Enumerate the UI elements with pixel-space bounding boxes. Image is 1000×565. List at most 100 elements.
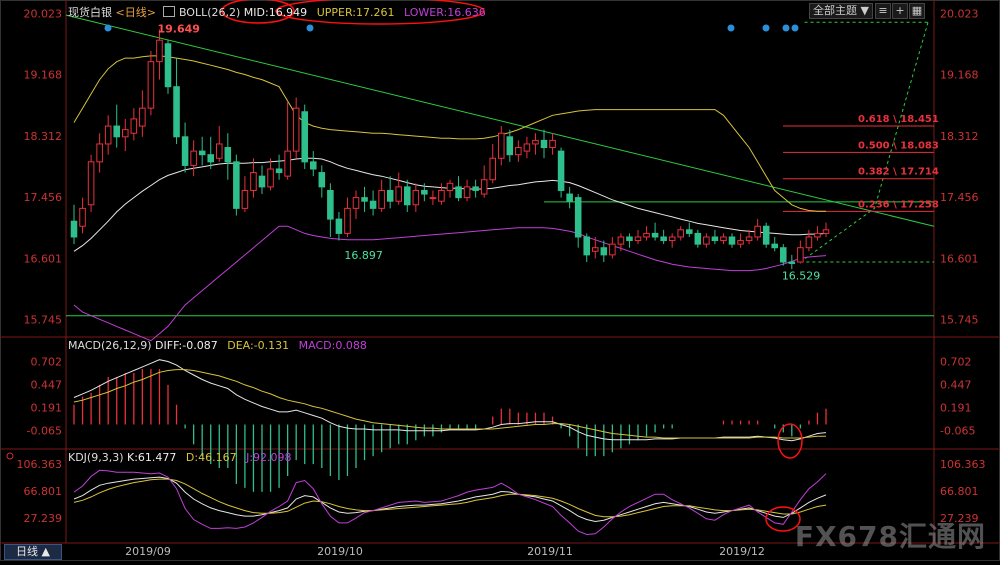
candle-body <box>318 172 326 188</box>
price-panel-header: 现货白银 <日线> BOLL(26,2) MID:16.949 UPPER:17… <box>68 4 486 20</box>
candle-body <box>574 197 582 238</box>
toolbar-button-2[interactable]: + <box>892 3 908 19</box>
candle-body <box>566 193 573 202</box>
watermark: FX678汇通网 <box>794 520 986 553</box>
candle-body <box>762 225 770 245</box>
candle-body <box>156 39 163 63</box>
candle-body <box>643 232 650 238</box>
candle-body <box>267 168 274 188</box>
kdj-tick-right: 66.801 <box>940 485 979 498</box>
line-tool-icon: ≡ <box>878 4 888 17</box>
chart-canvas: 20.023 20.023 19.168 19.168 18.312 18.312 17.4… <box>0 0 1000 561</box>
candle-body <box>361 197 368 202</box>
candle-body <box>233 161 240 209</box>
candle-body <box>284 150 291 177</box>
downtrend-line <box>65 14 935 227</box>
kdj-panel-header: KDJ(9,3,3) K:61.477 D:46.167 J:92.098 <box>68 451 292 464</box>
macd-tick-right: 0.447 <box>940 378 972 391</box>
chart-svg: 20.023 20.023 19.168 19.168 18.312 18.312 17.4… <box>0 0 1000 561</box>
candle-body <box>634 236 642 242</box>
candle-body <box>70 220 78 238</box>
topic-select[interactable]: 全部主题 ▼ <box>809 3 873 19</box>
boll-label: BOLL(26,2) <box>178 6 241 19</box>
candle-body <box>745 236 753 242</box>
macd-tick-right: 0.191 <box>940 401 972 414</box>
candle-body <box>130 118 138 134</box>
candle-body <box>258 175 266 188</box>
candle-body <box>557 150 565 191</box>
candle-body <box>275 168 283 174</box>
date-label: 2019/11 <box>527 545 573 558</box>
toolbar-button-1[interactable]: ≡ <box>875 3 891 19</box>
candle-body <box>523 143 531 152</box>
candle-body <box>207 154 215 163</box>
candle-body <box>497 132 505 159</box>
candle-body <box>822 229 830 234</box>
candle-body <box>369 200 377 209</box>
macd-value: MACD:0.088 <box>298 339 367 352</box>
candle-body <box>540 139 548 149</box>
fib-label: 0.382 \ 17.714 <box>858 167 939 178</box>
candle-body <box>463 186 471 199</box>
low-label-2: 16.529 <box>782 270 821 283</box>
candle-body <box>720 236 727 242</box>
toolbar-button-3[interactable]: ▦ <box>909 3 925 19</box>
kdj-tick-left: 106.363 <box>17 458 63 471</box>
candle-body <box>549 139 556 149</box>
candle-body <box>412 189 420 206</box>
candle-body <box>327 189 334 220</box>
period-button[interactable]: 日线 ▲ <box>4 544 62 560</box>
candle-body <box>515 147 522 156</box>
kdj-marker-icon <box>6 452 14 460</box>
candle-body <box>728 236 736 245</box>
candle-body <box>788 261 796 264</box>
candle-body <box>651 232 659 238</box>
candle-body <box>591 247 599 252</box>
candle-body <box>190 150 197 166</box>
macd-tick-right: -0.065 <box>940 424 975 437</box>
candle-body <box>737 240 744 245</box>
price-tick-left: 19.168 <box>24 69 63 82</box>
candle-body <box>506 136 514 156</box>
price-tick-right: 17.456 <box>940 191 979 204</box>
candle-body <box>429 197 437 200</box>
price-tick-left: 20.023 <box>24 8 63 21</box>
candle-body <box>164 43 172 88</box>
candle-body <box>814 232 821 238</box>
candle-body <box>660 236 667 242</box>
kdj-tick-right: 106.363 <box>940 458 986 471</box>
candle-body <box>79 207 86 227</box>
macd-diff: DIFF:-0.087 <box>155 339 218 352</box>
candle-body <box>96 143 103 163</box>
candle-body <box>309 161 317 170</box>
macd-tick-left: 0.447 <box>31 378 63 391</box>
candle-body <box>113 125 121 138</box>
macd-tick-left: -0.065 <box>27 424 62 437</box>
candle-body <box>609 243 616 256</box>
instrument-name: 现货白银 <box>68 6 112 19</box>
candle-body <box>104 125 112 145</box>
indicator-icon[interactable] <box>163 6 176 17</box>
period-label: <日线> <box>115 6 156 19</box>
low-label-1: 16.897 <box>344 249 383 262</box>
kdj-tick-left: 27.239 <box>24 512 63 525</box>
candle-body <box>583 236 591 256</box>
macd-panel-header: MACD(26,12,9) DIFF:-0.087 DEA:-0.131 MAC… <box>68 339 367 352</box>
candle-body <box>421 189 428 195</box>
kdj-label: KDJ(9,3,3) <box>68 451 124 464</box>
candle-body <box>703 236 710 245</box>
candle-body <box>215 143 223 159</box>
fib-label: 0.618 \ 18.451 <box>858 114 939 125</box>
candle-body <box>395 186 403 202</box>
price-tick-right: 19.168 <box>940 69 979 82</box>
candle-body <box>181 136 189 166</box>
candle-body <box>754 225 761 238</box>
candle-body <box>532 139 539 145</box>
candle-body <box>600 247 608 256</box>
macd-tick-left: 0.702 <box>31 355 63 368</box>
fib-label: 0.500 \ 18.083 <box>858 140 939 151</box>
candle-body <box>198 150 206 156</box>
macd-label: MACD(26,12,9) <box>68 339 152 352</box>
candle-body <box>685 229 693 234</box>
price-tick-right: 20.023 <box>940 8 979 21</box>
